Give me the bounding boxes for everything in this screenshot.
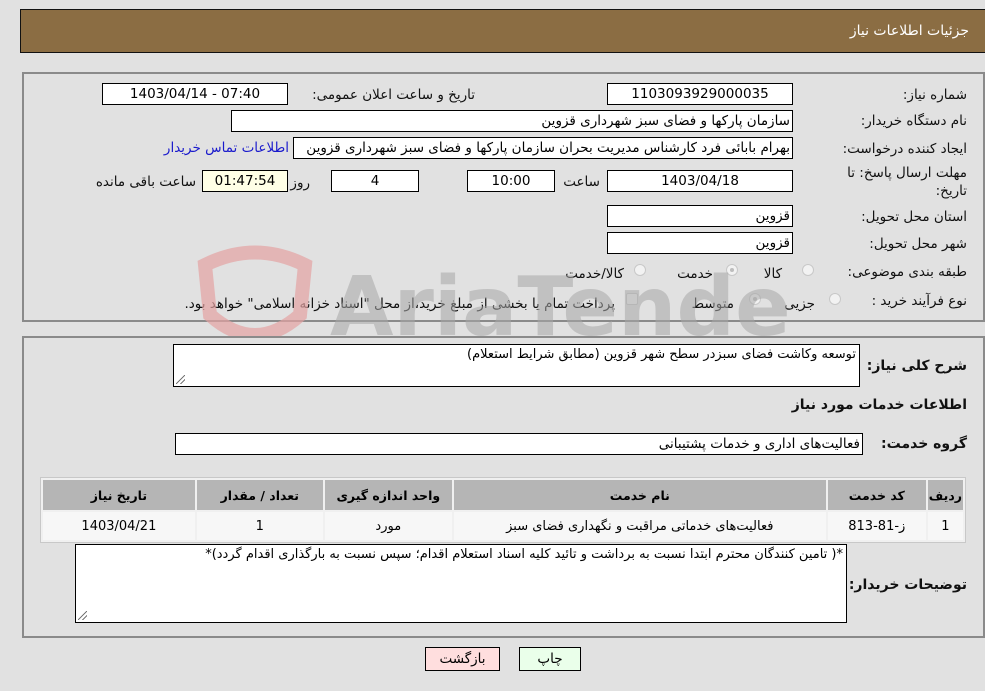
category-option-service: خدمت — [677, 266, 713, 282]
need-number-field[interactable]: 1103093929000035 — [607, 83, 793, 105]
cell-need-date: 1403/04/21 — [43, 512, 195, 540]
category-radio-goods[interactable] — [802, 264, 814, 276]
days-field[interactable]: 4 — [331, 170, 419, 192]
col-unit: واحد اندازه گیری — [324, 480, 452, 510]
col-need-date: تاریخ نیاز — [43, 480, 195, 510]
process-radio-medium[interactable] — [749, 293, 761, 305]
buyer-notes-text: *( تامین کنندگان محترم ابتدا نسبت به برد… — [205, 547, 843, 562]
creator-label: ایجاد کننده درخواست: — [842, 141, 967, 157]
cell-quantity: 1 — [196, 512, 323, 540]
buyer-contact-link[interactable]: اطلاعات تماس خریدار — [164, 140, 289, 156]
category-radio-service[interactable] — [726, 264, 738, 276]
time-label: ساعت — [563, 174, 600, 190]
col-service-name: نام خدمت — [453, 480, 826, 510]
need-description-text: توسعه وکاشت فضای سبزدر سطح شهر قزوین (مط… — [467, 347, 856, 362]
province-label: استان محل تحویل: — [861, 209, 967, 225]
category-option-goods-service: کالا/خدمت — [565, 266, 624, 282]
need-description-label: شرح کلی نیاز: — [866, 358, 967, 374]
category-label: طبقه بندی موضوعی: — [847, 264, 967, 280]
resize-grip-icon[interactable] — [176, 375, 185, 384]
cell-service-code: ز-81-813 — [827, 512, 926, 540]
service-group-field[interactable]: فعالیت‌های اداری و خدمات پشتیبانی — [175, 433, 863, 455]
buyer-notes-field[interactable]: *( تامین کنندگان محترم ابتدا نسبت به برد… — [75, 544, 847, 623]
buyer-org-label: نام دستگاه خریدار: — [860, 113, 967, 129]
resize-grip-icon[interactable] — [78, 611, 87, 620]
deadline-label: مهلت ارسال پاسخ: تا — [847, 165, 967, 181]
buyer-org-field[interactable]: سازمان پارکها و فضای سبز شهرداری قزوین — [231, 110, 793, 132]
remaining-time-field: 01:47:54 — [202, 170, 288, 192]
process-option-medium: متوسط — [691, 296, 734, 312]
col-service-code: کد خدمت — [827, 480, 926, 510]
services-heading: اطلاعات خدمات مورد نیاز — [791, 397, 967, 413]
cell-row-number: 1 — [927, 512, 963, 540]
service-group-label: گروه خدمت: — [881, 436, 967, 452]
deadline-label-line2: تاریخ: — [935, 183, 967, 199]
deadline-time-field[interactable]: 10:00 — [467, 170, 555, 192]
need-description-field[interactable]: توسعه وکاشت فضای سبزدر سطح شهر قزوین (مط… — [173, 344, 860, 387]
process-label: نوع فرآیند خرید : — [871, 293, 967, 309]
back-button[interactable]: بازگشت — [425, 647, 500, 671]
city-field[interactable]: قزوین — [607, 232, 793, 254]
table-header-row: ردیف کد خدمت نام خدمت واحد اندازه گیری ت… — [43, 480, 963, 510]
col-row-number: ردیف — [927, 480, 963, 510]
print-button[interactable]: چاپ — [519, 647, 581, 671]
need-number-label: شماره نیاز: — [902, 87, 967, 103]
process-radio-minor[interactable] — [829, 293, 841, 305]
announce-label: تاریخ و ساعت اعلان عمومی: — [312, 87, 475, 103]
deadline-date-field[interactable]: 1403/04/18 — [607, 170, 793, 192]
treasury-checkbox[interactable] — [626, 293, 638, 305]
page-header: جزئيات اطلاعات نياز — [20, 9, 985, 53]
process-option-minor: جزیی — [784, 296, 815, 312]
buyer-notes-label: توضیحات خریدار: — [848, 577, 967, 593]
category-option-goods: کالا — [763, 266, 782, 282]
creator-field[interactable]: بهرام بابائی فرد کارشناس مدیریت بحران سا… — [293, 137, 793, 159]
page-title: جزئيات اطلاعات نياز — [849, 23, 969, 39]
cell-unit: مورد — [324, 512, 452, 540]
city-label: شهر محل تحویل: — [869, 236, 967, 252]
col-quantity: تعداد / مقدار — [196, 480, 323, 510]
services-table: ردیف کد خدمت نام خدمت واحد اندازه گیری ت… — [40, 477, 966, 543]
announce-field[interactable]: 1403/04/14 - 07:40 — [102, 83, 288, 105]
treasury-checkbox-label: پرداخت تمام یا بخشی از مبلغ خرید،از محل … — [184, 296, 615, 312]
category-radio-goods-service[interactable] — [634, 264, 646, 276]
cell-service-name: فعالیت‌های خدماتی مراقبت و نگهداری فضای … — [453, 512, 826, 540]
table-row: 1 ز-81-813 فعالیت‌های خدماتی مراقبت و نگ… — [43, 512, 963, 540]
province-field[interactable]: قزوین — [607, 205, 793, 227]
remaining-label: ساعت باقی مانده — [95, 174, 196, 190]
